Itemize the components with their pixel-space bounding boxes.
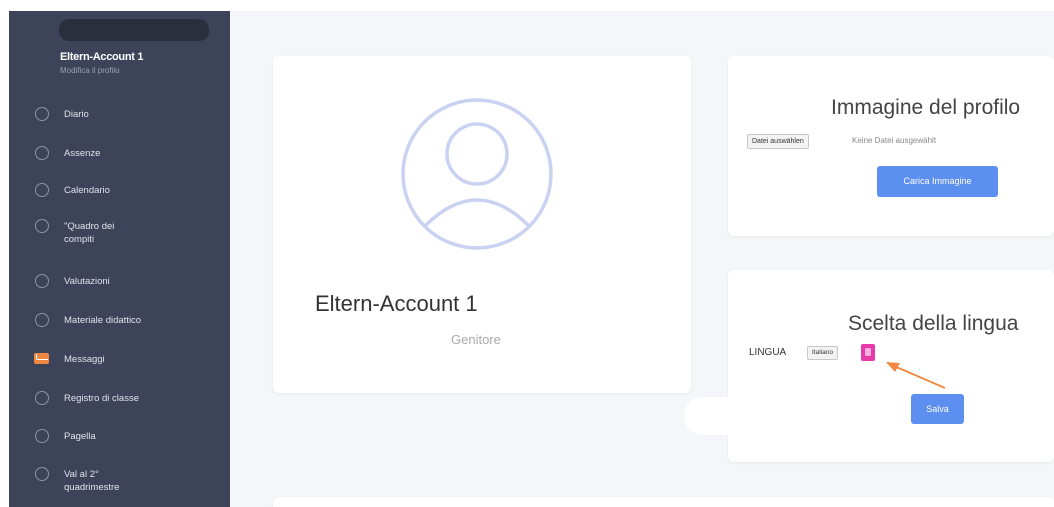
profile-card: Eltern-Account 1 Genitore (273, 56, 691, 393)
circle-icon (35, 219, 49, 233)
circle-icon (35, 313, 49, 327)
profile-image-title: Immagine del profilo (831, 96, 1021, 119)
circle-icon (35, 183, 49, 197)
profile-name: Eltern-Account 1 (315, 291, 478, 316)
sidebar-item-quadro-compiti[interactable]: "Quadro dei compiti (9, 212, 230, 256)
decorative-blob (684, 397, 748, 435)
envelope-icon (34, 353, 49, 364)
sidebar-item-calendario[interactable]: Calendario (9, 176, 230, 206)
sidebar-item-pagella[interactable]: Pagella (9, 422, 230, 452)
choose-file-button[interactable]: Datei auswählen (747, 134, 809, 149)
user-avatar-icon (401, 98, 553, 250)
sidebar-item-label: Val al 2° quadrimestre (64, 469, 120, 493)
sidebar-item-val-2-quadrimestre[interactable]: Val al 2° quadrimestre (9, 460, 230, 504)
sidebar: Eltern-Account 1 Modifica il profilo Dia… (9, 11, 230, 507)
sidebar-item-label: Diario (64, 109, 89, 120)
profile-image-card: Immagine del profilo Datei auswählen Kei… (728, 56, 1054, 236)
sidebar-item-label: Materiale didattico (64, 315, 142, 326)
redacted-avatar (59, 19, 209, 41)
circle-icon (35, 467, 49, 481)
bottom-card (273, 497, 1054, 507)
sidebar-item-valutazioni[interactable]: Valutazioni (9, 267, 230, 297)
language-select[interactable]: Italiano (807, 346, 838, 360)
language-title: Scelta della lingua (848, 312, 1019, 335)
circle-icon (35, 146, 49, 160)
save-button[interactable]: Salva (911, 394, 964, 424)
file-status: Keine Datei ausgewählt (852, 136, 937, 145)
sidebar-item-assenze[interactable]: Assenze (9, 139, 230, 169)
sidebar-user-name[interactable]: Eltern-Account 1 (60, 51, 144, 63)
sidebar-item-label: Calendario (64, 185, 110, 196)
circle-icon (35, 274, 49, 288)
arrow-annotation-icon (886, 362, 946, 389)
sidebar-item-label: "Quadro dei compiti (64, 221, 115, 245)
profile-role: Genitore (451, 332, 501, 347)
circle-icon (35, 391, 49, 405)
sidebar-item-messaggi[interactable]: Messaggi (9, 345, 230, 375)
sidebar-item-registro-classe[interactable]: Registro di classe (9, 384, 230, 414)
language-flag-icon[interactable] (861, 344, 875, 361)
sidebar-item-label: Valutazioni (64, 276, 110, 287)
sidebar-item-label: Pagella (64, 431, 96, 442)
upload-image-button[interactable]: Carica Immagine (877, 166, 998, 197)
sidebar-item-label: Registro di classe (64, 393, 139, 404)
sidebar-item-materiale-didattico[interactable]: Materiale didattico (9, 306, 230, 336)
circle-icon (35, 107, 49, 121)
language-label: LINGUA (749, 347, 787, 358)
circle-icon (35, 429, 49, 443)
edit-profile-link[interactable]: Modifica il profilo (60, 66, 120, 75)
sidebar-item-label: Messaggi (64, 354, 105, 365)
sidebar-item-label: Assenze (64, 148, 101, 159)
sidebar-item-diario[interactable]: Diario (9, 100, 230, 130)
